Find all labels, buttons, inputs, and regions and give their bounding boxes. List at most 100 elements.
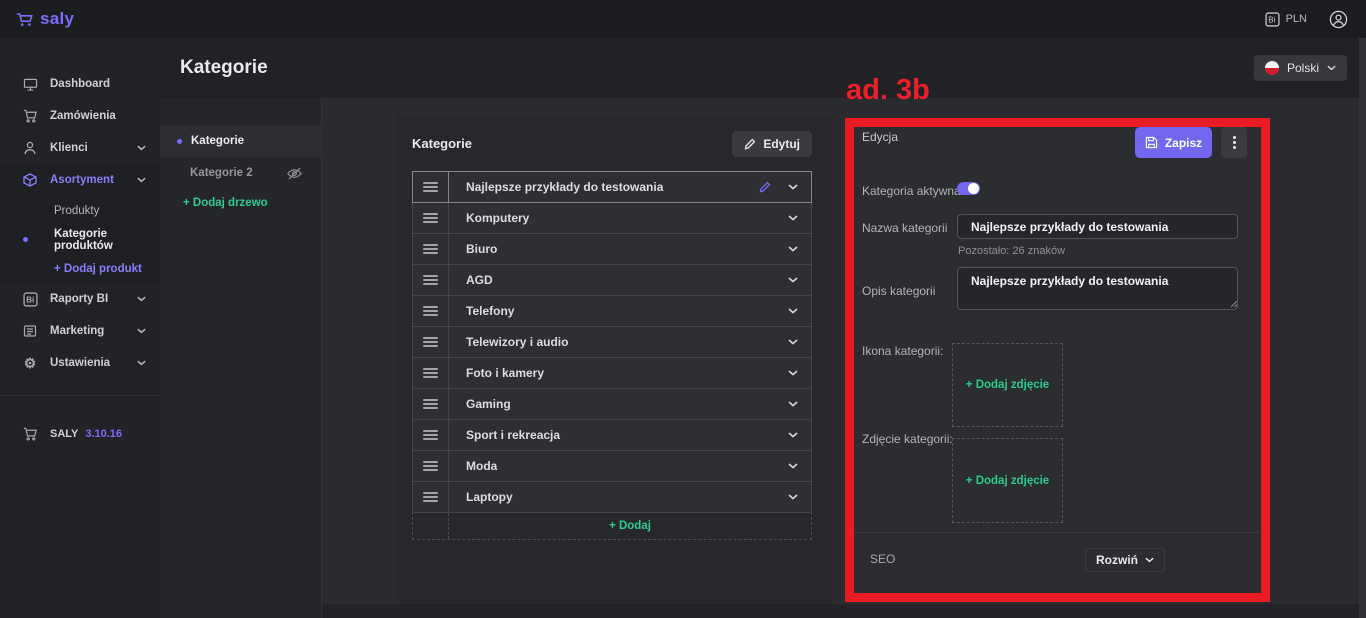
- save-button[interactable]: Zapisz: [1135, 127, 1212, 158]
- chevron-down-icon[interactable]: [788, 184, 798, 190]
- vertical-scrollbar[interactable]: [1359, 38, 1366, 618]
- chevron-down-icon[interactable]: [788, 277, 798, 283]
- drag-handle[interactable]: [413, 358, 449, 388]
- category-row-najlepsze-przykłady-do-testowania[interactable]: Najlepsze przykłady do testowania: [412, 171, 812, 203]
- category-row-label: AGD: [449, 265, 788, 295]
- content-bottom-strip: [160, 604, 1366, 618]
- drag-handle-icon: [423, 244, 438, 254]
- category-row-gaming[interactable]: Gaming: [412, 388, 812, 420]
- category-row-sport-i-rekreacja[interactable]: Sport i rekreacja: [412, 419, 812, 451]
- sidebar-divider: [0, 395, 160, 396]
- drag-handle[interactable]: [413, 172, 449, 202]
- chevron-down-icon[interactable]: [788, 215, 798, 221]
- drag-handle-icon: [423, 182, 438, 192]
- eye-off-icon: [286, 166, 303, 181]
- drag-handle[interactable]: [413, 296, 449, 326]
- category-row-biuro[interactable]: Biuro: [412, 233, 812, 265]
- drag-handle[interactable]: [413, 265, 449, 295]
- sidebar-item-kategorie-produktów[interactable]: Kategorie produktów: [0, 225, 160, 254]
- category-row-laptopy[interactable]: Laptopy: [412, 481, 812, 513]
- sidebar-item-asortyment[interactable]: Asortyment: [0, 164, 160, 196]
- categories-card-title: Kategorie: [412, 136, 472, 151]
- drag-handle[interactable]: [413, 451, 449, 481]
- edit-panel-title: Edycja: [862, 130, 898, 144]
- seo-section-label: SEO: [870, 552, 895, 566]
- currency-code: PLN: [1286, 13, 1307, 25]
- drag-handle-icon: [423, 461, 438, 471]
- seo-divider: [854, 532, 1261, 533]
- edit-button-label: Edytuj: [763, 137, 800, 151]
- add-image-link[interactable]: + Dodaj zdjęcie: [966, 475, 1049, 487]
- app-logo[interactable]: saly: [16, 9, 74, 29]
- currency-selector[interactable]: Bi PLN: [1265, 12, 1307, 27]
- category-row-label: Foto i kamery: [449, 358, 788, 388]
- monitor-icon: [22, 78, 38, 91]
- bi-icon: Bi: [22, 292, 38, 307]
- app-name: SALY: [50, 428, 78, 440]
- sidebar-item-zamówienia[interactable]: Zamówienia: [0, 100, 160, 132]
- chevron-down-icon[interactable]: [788, 370, 798, 376]
- add-tree-link[interactable]: + Dodaj drzewo: [160, 197, 321, 209]
- category-row-foto-i-kamery[interactable]: Foto i kamery: [412, 357, 812, 389]
- category-row-telefony[interactable]: Telefony: [412, 295, 812, 327]
- tree-item-kategorie[interactable]: Kategorie: [160, 125, 321, 157]
- drag-handle[interactable]: [413, 203, 449, 233]
- add-category-link[interactable]: + Dodaj: [449, 513, 811, 539]
- chevron-down-icon[interactable]: [788, 401, 798, 407]
- category-row-komputery[interactable]: Komputery: [412, 202, 812, 234]
- drag-handle[interactable]: [413, 482, 449, 512]
- category-row-label: Komputery: [449, 203, 788, 233]
- currency-icon: Bi: [1265, 12, 1280, 27]
- chevron-down-icon[interactable]: [788, 246, 798, 252]
- edit-panel: Edycja Zapisz Kategoria aktywna Nazwa ka…: [854, 127, 1261, 593]
- chevron-down-icon[interactable]: [788, 494, 798, 500]
- page-title: Kategorie: [180, 57, 268, 79]
- icon-upload-dropzone[interactable]: + Dodaj zdjęcie: [952, 343, 1063, 427]
- sidebar-item-dashboard[interactable]: Dashboard: [0, 68, 160, 100]
- svg-text:Bi: Bi: [1268, 15, 1275, 24]
- page-header: Kategorie Polski: [160, 38, 1366, 98]
- chevron-down-icon[interactable]: [788, 432, 798, 438]
- category-row-moda[interactable]: Moda: [412, 450, 812, 482]
- cart-icon: [22, 109, 38, 123]
- add-image-link[interactable]: + Dodaj zdjęcie: [966, 379, 1049, 391]
- sidebar-item-label: Ustawienia: [50, 357, 110, 369]
- more-options-button[interactable]: [1221, 127, 1247, 158]
- sidebar-item-ustawienia[interactable]: ⚙Ustawienia: [0, 347, 160, 379]
- chevron-down-icon[interactable]: [788, 308, 798, 314]
- chevron-down-icon[interactable]: [788, 463, 798, 469]
- drag-handle[interactable]: [413, 327, 449, 357]
- category-description-textarea[interactable]: [957, 267, 1238, 310]
- category-row-agd[interactable]: AGD: [412, 264, 812, 296]
- seo-expand-button[interactable]: Rozwiń: [1085, 548, 1165, 572]
- drag-handle-icon: [423, 337, 438, 347]
- chevron-down-icon: [137, 328, 146, 334]
- image-upload-dropzone[interactable]: + Dodaj zdjęcie: [952, 438, 1063, 523]
- drag-handle[interactable]: [413, 234, 449, 264]
- tree-item-label: Kategorie: [191, 135, 244, 147]
- category-name-input[interactable]: [957, 214, 1238, 239]
- chevron-down-icon[interactable]: [788, 339, 798, 345]
- sidebar-item-label: Asortyment: [50, 174, 114, 186]
- sidebar-item-label: Raporty BI: [50, 293, 108, 305]
- language-selector-button[interactable]: Polski: [1254, 55, 1347, 81]
- sidebar-item-raporty-bi[interactable]: Bi Raporty BI: [0, 283, 160, 315]
- category-row-telewizory-i-audio[interactable]: Telewizory i audio: [412, 326, 812, 358]
- pencil-purple-icon[interactable]: [759, 181, 771, 193]
- category-row-label: Telefony: [449, 296, 788, 326]
- drag-handle[interactable]: [413, 420, 449, 450]
- sidebar-item-produkty[interactable]: Produkty: [0, 196, 160, 225]
- sidebar-item-label: + Dodaj produkt: [54, 263, 142, 275]
- sidebar-item-klienci[interactable]: Klienci: [0, 132, 160, 164]
- kebab-menu-icon: [1233, 136, 1236, 149]
- sidebar-item-marketing[interactable]: Marketing: [0, 315, 160, 347]
- add-category-row[interactable]: + Dodaj: [412, 512, 812, 540]
- sidebar-item-label: Klienci: [50, 142, 88, 154]
- sidebar-item-dodaj-produkt[interactable]: + Dodaj produkt: [0, 254, 160, 283]
- drag-handle[interactable]: [413, 389, 449, 419]
- user-avatar-icon[interactable]: [1329, 10, 1348, 29]
- edit-button[interactable]: Edytuj: [732, 131, 812, 157]
- seo-expand-label: Rozwiń: [1096, 553, 1138, 567]
- tree-item-kategorie-2[interactable]: Kategorie 2: [160, 157, 321, 189]
- category-active-toggle[interactable]: [957, 182, 980, 195]
